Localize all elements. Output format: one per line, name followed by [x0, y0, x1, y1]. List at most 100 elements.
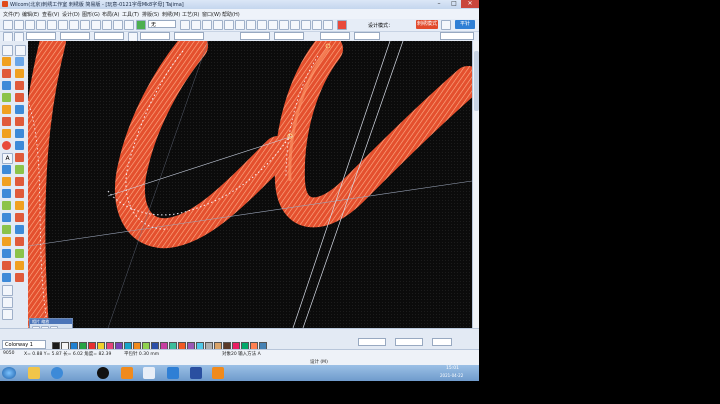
undo-icon[interactable] [80, 20, 90, 30]
digitize-icon[interactable] [2, 57, 11, 66]
menu-layout[interactable]: 布局(A) [102, 11, 119, 18]
rect-icon[interactable] [15, 141, 24, 150]
array-icon[interactable] [15, 237, 24, 246]
menu-edit[interactable]: 编辑(E) [22, 11, 39, 18]
menu-view[interactable]: 查看(V) [42, 11, 59, 18]
menu-tools[interactable]: 工具(T) [122, 11, 139, 18]
circle-icon[interactable] [2, 141, 11, 150]
motif-icon[interactable] [2, 117, 11, 126]
tool-icon-g[interactable] [246, 20, 256, 30]
stamp-icon[interactable] [15, 117, 24, 126]
hoop-icon[interactable] [2, 297, 13, 308]
monogram-icon[interactable] [15, 153, 24, 162]
help-icon[interactable] [212, 367, 224, 379]
tool-icon-h[interactable] [257, 20, 267, 30]
settings-icon[interactable] [441, 20, 451, 30]
open-icon[interactable] [14, 20, 24, 30]
print-icon[interactable] [36, 20, 46, 30]
split-icon[interactable] [15, 189, 24, 198]
stitch-type-button[interactable]: 平针 [455, 20, 475, 29]
ucbrowser-icon[interactable] [121, 367, 133, 379]
stitch-length-field[interactable] [440, 32, 474, 40]
applique-icon[interactable] [2, 105, 11, 114]
percent-input[interactable] [432, 338, 452, 346]
x-field[interactable] [240, 32, 270, 40]
spacing-field[interactable] [320, 32, 350, 40]
pointer-icon[interactable] [2, 45, 13, 56]
lasso-icon[interactable] [2, 213, 11, 222]
density-field[interactable] [354, 32, 380, 40]
height-field[interactable] [94, 32, 124, 40]
check-icon[interactable] [136, 20, 146, 30]
zoom-out-icon[interactable] [113, 20, 123, 30]
width-input[interactable] [358, 338, 386, 346]
kaleido-icon[interactable] [15, 249, 24, 258]
fill-icon[interactable] [15, 69, 24, 78]
tool-icon-j[interactable] [279, 20, 289, 30]
page-icon[interactable] [2, 309, 13, 320]
tie-icon[interactable] [15, 177, 24, 186]
knife-icon[interactable] [15, 213, 24, 222]
close-icon[interactable]: ✕ [461, 0, 479, 8]
size-field[interactable] [26, 32, 56, 40]
stop-icon[interactable] [337, 20, 347, 30]
satin-icon[interactable] [2, 69, 11, 78]
height-input[interactable] [395, 338, 423, 346]
menu-window[interactable]: 窗口(W) [202, 11, 221, 18]
maximize-icon[interactable]: □ [447, 0, 461, 8]
vertical-scrollbar[interactable] [472, 41, 479, 328]
emb-icon[interactable] [190, 367, 202, 379]
cut-icon[interactable] [47, 20, 57, 30]
wreath-icon[interactable] [2, 249, 11, 258]
texture-icon[interactable] [15, 261, 24, 270]
run-icon[interactable] [15, 81, 24, 90]
rotate-field[interactable] [174, 32, 204, 40]
frame-icon[interactable] [2, 285, 13, 296]
shape-icon[interactable] [15, 57, 24, 66]
explorer-icon[interactable] [28, 367, 40, 379]
new-icon[interactable] [3, 20, 13, 30]
node-icon[interactable] [15, 45, 26, 56]
column-icon[interactable] [2, 81, 11, 90]
scale-field[interactable] [140, 32, 170, 40]
outline-icon[interactable] [15, 93, 24, 102]
colorway-select[interactable]: Colorway 1 [2, 340, 46, 349]
cross-icon[interactable] [15, 105, 24, 114]
group-icon[interactable] [15, 225, 24, 234]
zoom-in-icon[interactable] [102, 20, 112, 30]
menu-process[interactable]: 工艺(R) [182, 11, 199, 18]
redo-icon[interactable] [91, 20, 101, 30]
align-icon[interactable] [2, 225, 11, 234]
menu-arrange[interactable]: 排版(S) [142, 11, 159, 18]
mode-dropdown[interactable]: 无 [148, 20, 176, 28]
y-field[interactable] [274, 32, 304, 40]
tool-icon-a[interactable] [180, 20, 190, 30]
trim-icon[interactable] [2, 177, 11, 186]
brush-icon[interactable] [15, 129, 24, 138]
copy-icon[interactable] [58, 20, 68, 30]
tool-icon-i[interactable] [268, 20, 278, 30]
tool-icon-n[interactable] [323, 20, 333, 30]
tool-icon-f[interactable] [235, 20, 245, 30]
tool-icon-e[interactable] [224, 20, 234, 30]
save-icon[interactable] [25, 20, 35, 30]
wilcom-icon[interactable] [143, 367, 155, 379]
menu-graphics[interactable]: 图形(G) [82, 11, 100, 18]
measure-icon[interactable] [2, 201, 11, 210]
pen-icon[interactable] [2, 129, 11, 138]
start-orb-icon[interactable] [2, 367, 16, 379]
stitch-mode-button[interactable]: 刺绣模式 [416, 20, 438, 29]
blackwork-icon[interactable] [2, 165, 11, 174]
reverse-icon[interactable] [15, 201, 24, 210]
tool-icon-l[interactable] [301, 20, 311, 30]
text-icon[interactable]: A [2, 153, 13, 164]
menu-stitch[interactable]: 刺绣(M) [162, 11, 180, 18]
tool-icon-m[interactable] [312, 20, 322, 30]
tool-icon-k[interactable] [290, 20, 300, 30]
tool-icon-b[interactable] [191, 20, 201, 30]
color-icon[interactable] [15, 165, 24, 174]
mirror-icon[interactable] [2, 237, 11, 246]
paste-icon[interactable] [69, 20, 79, 30]
branch-icon[interactable] [2, 189, 11, 198]
menu-design[interactable]: 设计(D) [62, 11, 80, 18]
